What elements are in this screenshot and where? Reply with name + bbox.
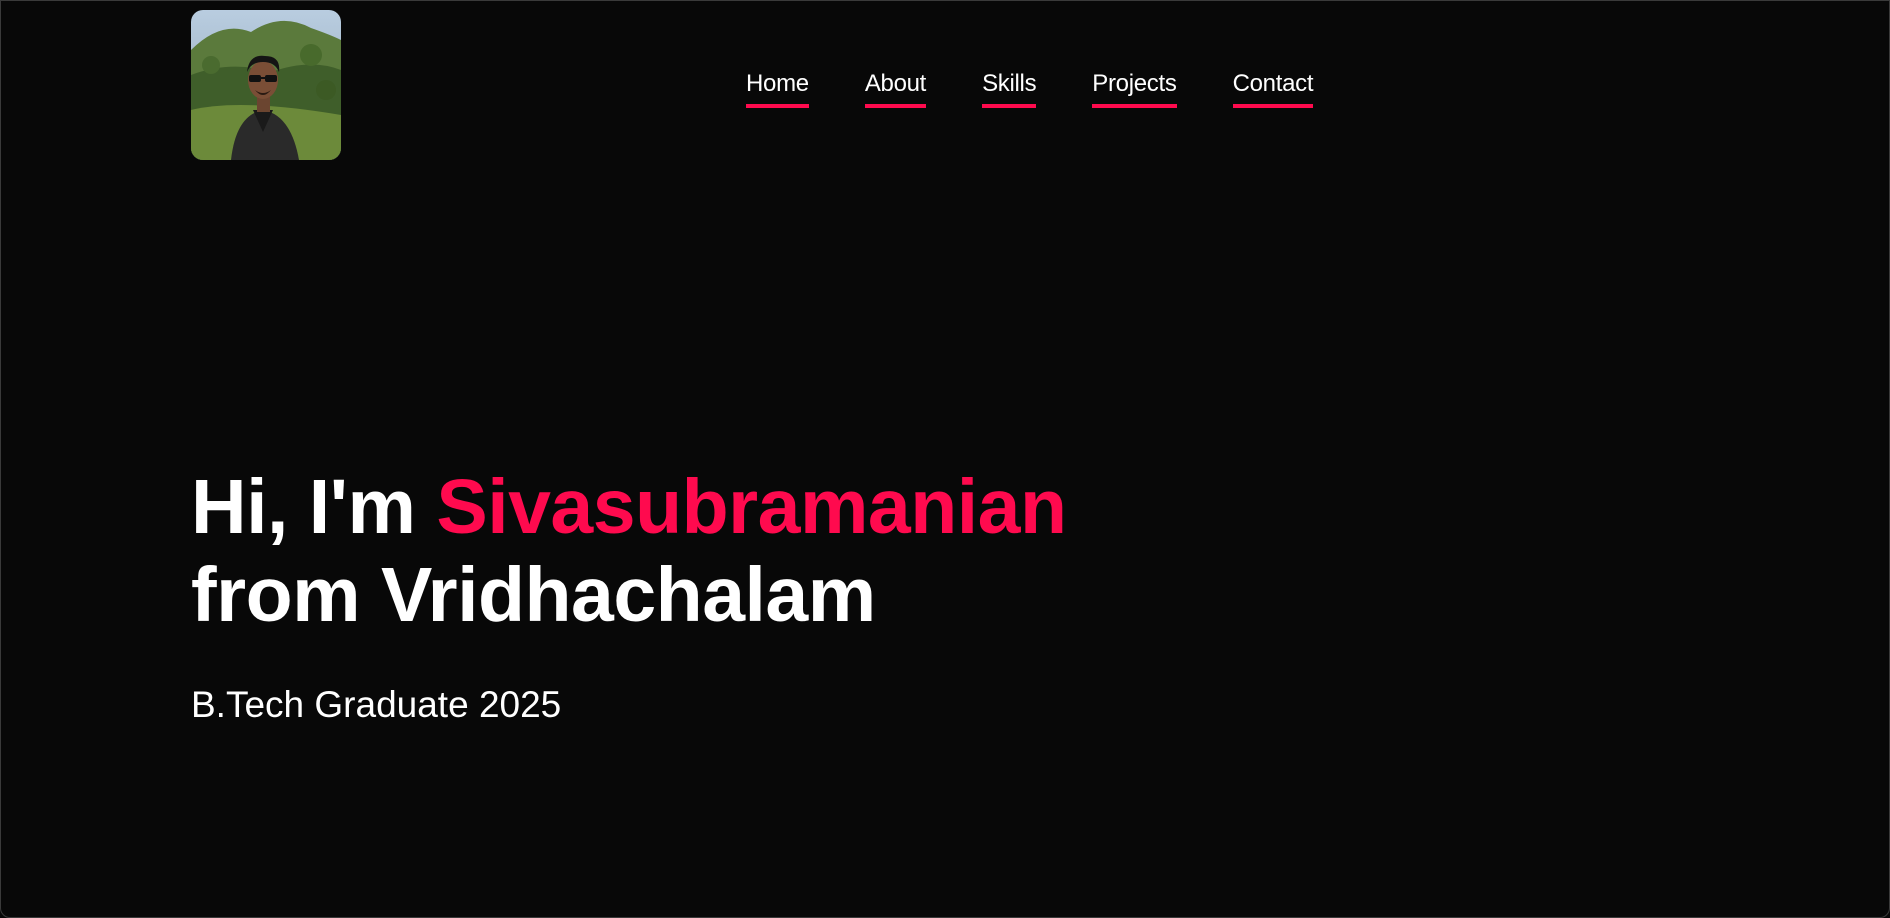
nav-link-home[interactable]: Home (746, 68, 809, 108)
hero-heading: Hi, I'm Sivasubramanian from Vridhachalam (191, 463, 1067, 639)
nav-link-about[interactable]: About (864, 68, 926, 108)
hero-name: Sivasubramanian (436, 464, 1067, 550)
hero-greeting: Hi, I'm (191, 464, 437, 550)
main-nav: Home About Skills Projects Contact (746, 68, 1314, 108)
nav-link-skills[interactable]: Skills (982, 68, 1037, 108)
nav-link-contact[interactable]: Contact (1232, 68, 1314, 108)
page-frame: Home About Skills Projects Contact Hi, I… (0, 0, 1890, 918)
hero-subtitle: B.Tech Graduate 2025 (191, 684, 562, 725)
profile-photo-icon (191, 10, 341, 160)
profile-avatar[interactable] (191, 10, 341, 160)
hero-location: from Vridhachalam (191, 552, 876, 638)
nav-link-projects[interactable]: Projects (1092, 68, 1177, 108)
hero-section: Hi, I'm Sivasubramanian from Vridhachalam… (191, 463, 1067, 727)
